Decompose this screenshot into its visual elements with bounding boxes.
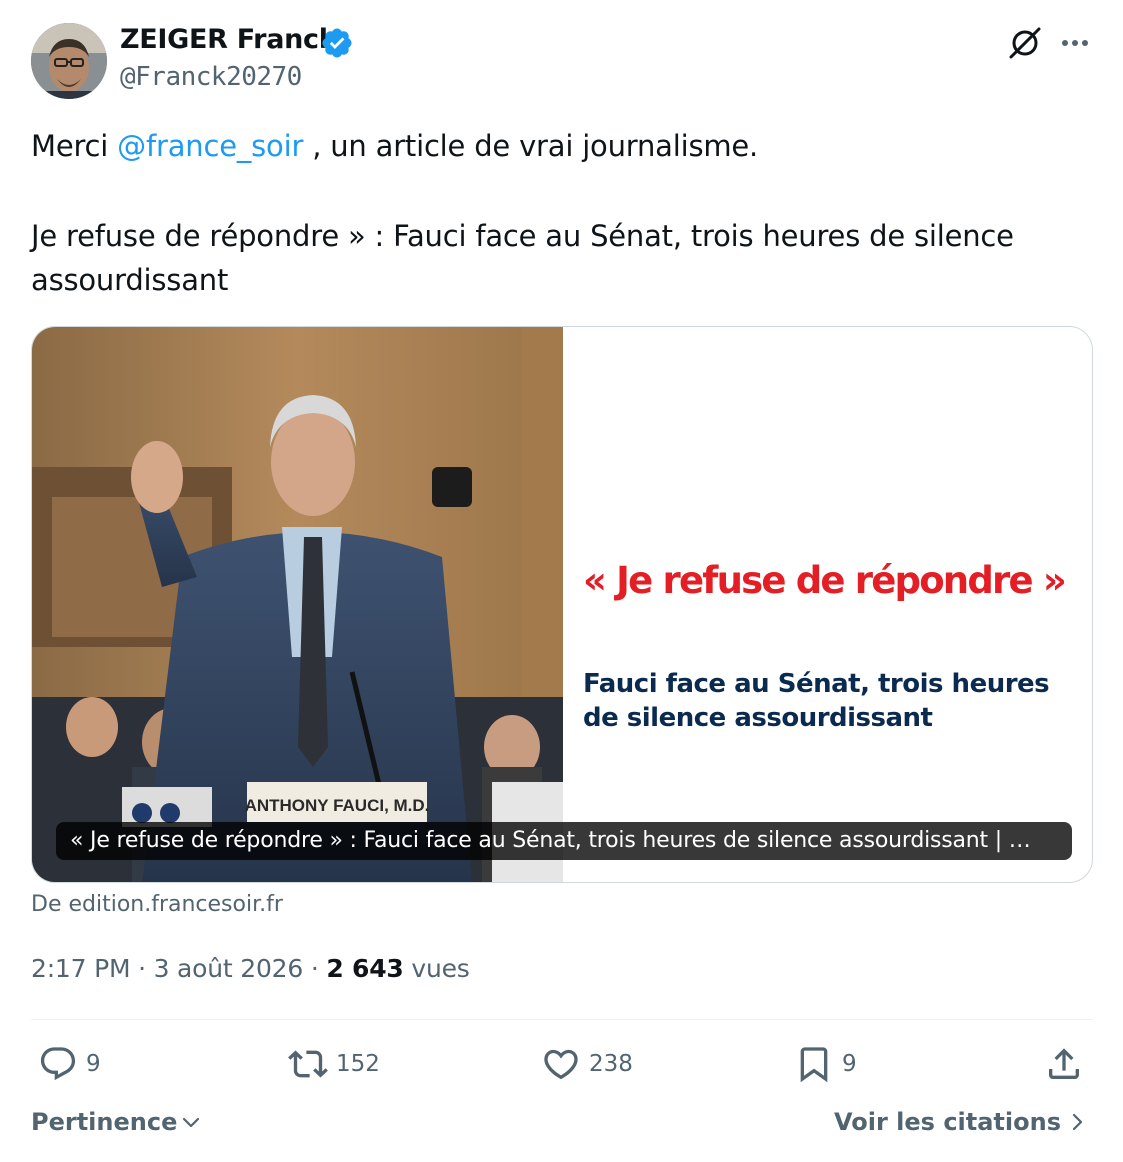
retweet-count: 152 xyxy=(336,1051,380,1077)
sort-dropdown[interactable]: Pertinence xyxy=(31,1108,203,1136)
author-name[interactable]: ZEIGER Franck xyxy=(120,24,337,55)
card-subtitle: Fauci face au Sénat, trois heures de sil… xyxy=(583,669,1050,733)
tweet-text-end: , un article de vrai journalisme. xyxy=(303,129,759,163)
bookmark-count: 9 xyxy=(842,1051,857,1077)
reply-button[interactable]: 9 xyxy=(38,1044,101,1084)
grok-icon[interactable] xyxy=(1006,24,1044,62)
author-avatar[interactable] xyxy=(31,23,107,99)
tweet-paragraph-2: Je refuse de répondre » : Fauci face au … xyxy=(31,219,1014,297)
card-quote: « Je refuse de répondre » xyxy=(583,559,1067,602)
like-icon xyxy=(544,1049,578,1080)
tweet-meta: 2:17 PM · 3 août 2026 · 2 643 vues xyxy=(31,954,470,983)
reply-count: 9 xyxy=(86,1051,101,1077)
mention-link[interactable]: @france_soir xyxy=(117,129,303,163)
sort-label: Pertinence xyxy=(31,1108,178,1136)
view-quotes-label: Voir les citations xyxy=(834,1108,1061,1136)
retweet-icon xyxy=(288,1050,328,1078)
reply-icon xyxy=(40,1047,76,1081)
views-label: vues xyxy=(403,954,470,983)
views-count: 2 643 xyxy=(326,954,404,983)
card-caption[interactable]: « Je refuse de répondre » : Fauci face a… xyxy=(56,822,1072,860)
tweet-date[interactable]: 3 août 2026 xyxy=(154,954,304,983)
retweet-button[interactable]: 152 xyxy=(288,1044,380,1084)
link-card[interactable]: ANTHONY FAUCI, M.D. « Je refuse de répon… xyxy=(31,326,1093,883)
author-handle[interactable]: @Franck20270 xyxy=(120,62,302,92)
tweet-paragraph-1: Merci @france_soir , un article de vrai … xyxy=(31,124,1091,168)
divider xyxy=(31,1019,1093,1020)
card-image: ANTHONY FAUCI, M.D. xyxy=(32,327,563,882)
tweet-text-start: Merci xyxy=(31,129,118,163)
share-icon xyxy=(1049,1048,1079,1079)
meta-separator: · xyxy=(130,954,154,983)
more-icon[interactable] xyxy=(1058,28,1092,58)
bookmark-button[interactable]: 9 xyxy=(794,1044,857,1084)
like-count: 238 xyxy=(589,1051,633,1077)
like-button[interactable]: 238 xyxy=(541,1044,633,1084)
meta-separator: · xyxy=(303,954,327,983)
verified-badge-icon xyxy=(320,26,354,60)
share-button[interactable] xyxy=(1044,1044,1092,1084)
card-source[interactable]: De edition.francesoir.fr xyxy=(31,892,283,917)
nameplate-text: ANTHONY FAUCI, M.D. xyxy=(245,796,430,815)
tweet-text: Merci @france_soir , un article de vrai … xyxy=(31,124,1091,302)
view-quotes-link[interactable]: Voir les citations xyxy=(834,1108,1089,1136)
tweet-time[interactable]: 2:17 PM xyxy=(31,954,131,983)
chevron-right-icon xyxy=(1072,1113,1083,1131)
bookmark-icon xyxy=(800,1047,828,1083)
chevron-down-icon xyxy=(183,1117,200,1128)
